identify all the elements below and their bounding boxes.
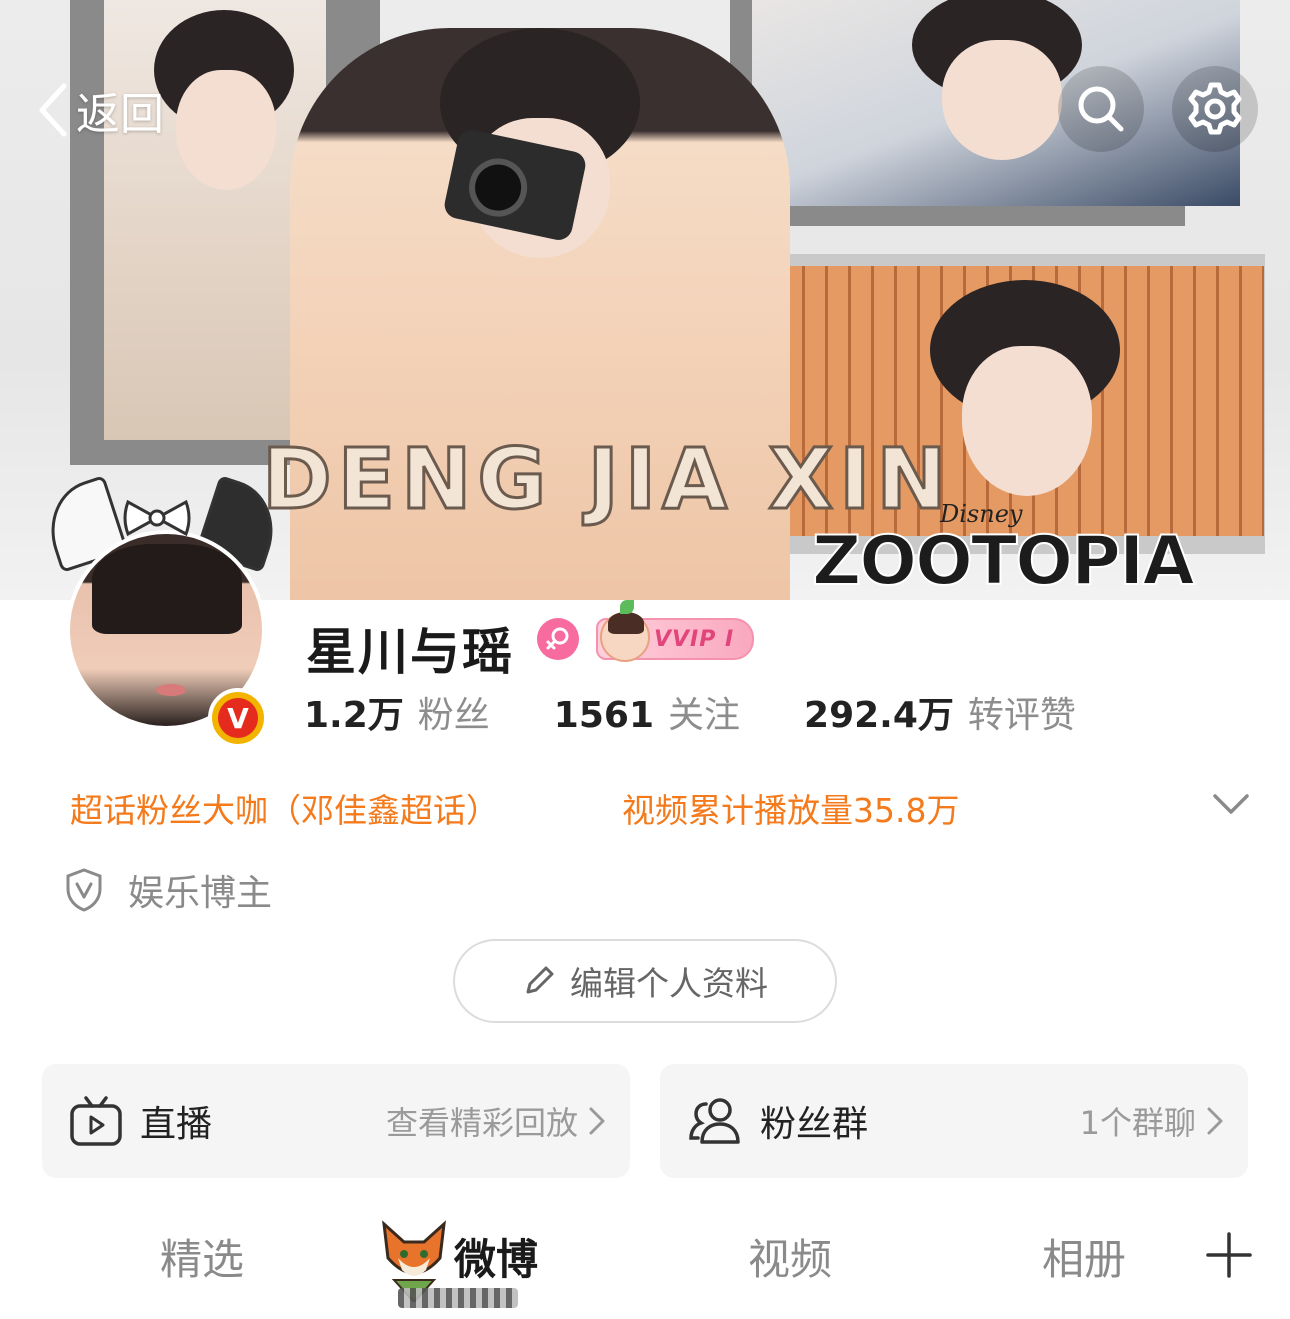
chevron-right-icon (1207, 1107, 1223, 1135)
chevron-right-icon (589, 1107, 605, 1135)
stat-interactions[interactable]: 292.4万 转评赞 (804, 686, 1076, 738)
photo-face (942, 40, 1062, 160)
stat-value: 1561 (553, 695, 654, 736)
live-card-title: 直播 (140, 1104, 213, 1145)
chevron-down-icon[interactable] (1212, 792, 1250, 816)
avatar[interactable]: V (37, 475, 287, 748)
fans-group-card-title: 粉丝群 (760, 1104, 869, 1145)
stat-label: 转评赞 (967, 695, 1076, 736)
users-icon (689, 1098, 740, 1144)
stat-label: 关注 (668, 695, 741, 736)
stat-following[interactable]: 1561 关注 (554, 686, 740, 738)
back-label: 返回 (76, 89, 164, 140)
live-card[interactable]: 直播 查看精彩回放 (42, 1064, 630, 1178)
tv-icon (70, 1096, 122, 1146)
gear-icon (1188, 82, 1242, 135)
profile-tabs: 精选 微博 视频 相册 (0, 1214, 1290, 1319)
cover-photo-top-right (752, 0, 1240, 206)
live-card-subtitle: 查看精彩回放 (386, 1098, 606, 1144)
verified-badge: V (208, 688, 268, 748)
fans-group-card-subtitle-text: 1个群聊 (1079, 1104, 1196, 1142)
bow-icon (123, 499, 191, 537)
profile-category: 娱乐博主 (64, 864, 272, 916)
vvip-badge-label: VVIP I (654, 626, 735, 652)
category-label: 娱乐博主 (128, 873, 273, 914)
avatar-lips (156, 684, 186, 696)
live-card-subtitle-text: 查看精彩回放 (385, 1104, 578, 1142)
vvip-mascot-icon (600, 600, 650, 662)
tab-videos[interactable]: 视频 (748, 1226, 832, 1287)
fans-group-card-subtitle: 1个群聊 (1080, 1098, 1224, 1144)
tab-featured[interactable]: 精选 (160, 1226, 244, 1287)
stat-followers[interactable]: 1.2万 粉丝 (304, 686, 490, 738)
photo-face (176, 70, 276, 190)
stat-value: 1.2万 (304, 695, 404, 736)
chevron-left-icon (39, 83, 67, 137)
settings-button[interactable] (1172, 66, 1258, 152)
zootopia-logo: ZOOTOPIA (811, 521, 1196, 600)
edit-profile-button[interactable]: 编辑个人资料 (453, 939, 837, 1023)
plus-icon[interactable] (1204, 1230, 1254, 1280)
tab-albums[interactable]: 相册 (1042, 1226, 1126, 1287)
back-button[interactable]: 返回 (34, 80, 164, 140)
photo-face (962, 346, 1092, 496)
edit-profile-label: 编辑个人资料 (570, 964, 768, 1003)
stat-value: 292.4万 (804, 695, 954, 736)
verified-badge-label: V (218, 698, 258, 738)
search-icon (1078, 86, 1124, 132)
search-button[interactable] (1058, 66, 1144, 152)
profile-name: 星川与瑶 (306, 623, 514, 681)
profile-stats: 1.2万 粉丝 1561 关注 292.4万 转评赞 (304, 686, 1076, 738)
cover-title-text: DENG JIA XIN (261, 429, 953, 530)
fans-group-card[interactable]: 粉丝群 1个群聊 (660, 1064, 1248, 1178)
avatar-hair (92, 544, 242, 634)
female-gender-icon (537, 618, 579, 660)
video-plays-tag[interactable]: 视频累计播放量35.8万 (622, 784, 959, 832)
supertopic-tag[interactable]: 超话粉丝大咖（邓佳鑫超话） (70, 784, 499, 832)
active-tab-indicator (398, 1288, 518, 1308)
pencil-icon (526, 966, 554, 994)
vvip-badge[interactable]: VVIP I (596, 600, 754, 662)
tab-weibo[interactable]: 微博 (454, 1226, 538, 1287)
stat-label: 粉丝 (417, 695, 490, 736)
shield-v-icon (66, 868, 102, 912)
